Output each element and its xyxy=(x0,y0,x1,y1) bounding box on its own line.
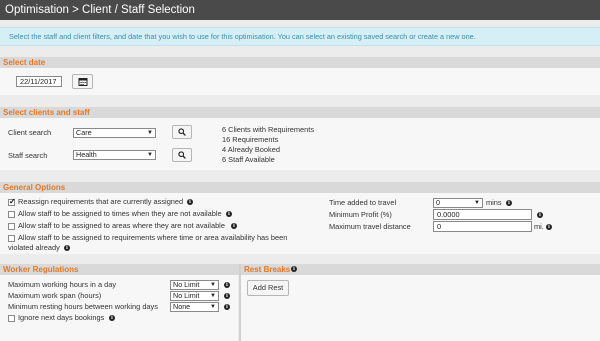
info-icon[interactable]: i xyxy=(109,315,115,321)
info-icon[interactable]: i xyxy=(291,266,297,272)
reassign-checkbox[interactable] xyxy=(8,197,16,206)
info-icon[interactable]: i xyxy=(64,245,70,251)
max-hours-value: No Limit xyxy=(173,280,200,289)
travel-time-label: Time added to travel xyxy=(329,198,397,207)
travel-time-unit: mins xyxy=(486,198,502,207)
allow-areas-label: Allow staff to be assigned to areas wher… xyxy=(18,221,225,230)
max-hours-select[interactable]: No Limit ▼ xyxy=(170,280,219,290)
rest-breaks-panel xyxy=(241,275,600,341)
add-rest-button[interactable]: Add Rest xyxy=(247,280,289,296)
max-travel-unit: mi. xyxy=(534,222,544,231)
optimisation-page: Optimisation > Client / Staff Selection … xyxy=(0,0,600,341)
allow-requirements-label-line2: violated already xyxy=(8,243,60,252)
calendar-button[interactable] xyxy=(72,74,93,89)
chevron-down-icon: ▼ xyxy=(147,152,153,158)
client-search-label: Client search xyxy=(8,128,52,137)
stat-booked: 4 Already Booked xyxy=(222,145,280,154)
max-travel-field[interactable]: 0 xyxy=(433,221,532,232)
info-icon[interactable]: i xyxy=(231,223,237,229)
stat-clients: 6 Clients with Requirements xyxy=(222,125,315,134)
info-icon[interactable]: i xyxy=(226,211,232,217)
calendar-icon xyxy=(78,77,87,86)
staff-search-label: Staff search xyxy=(8,151,48,160)
travel-time-select[interactable]: 0 ▼ xyxy=(433,198,483,208)
stat-requirements: 16 Requirements xyxy=(222,135,279,144)
max-span-value: No Limit xyxy=(173,291,200,300)
chevron-down-icon: ▼ xyxy=(147,130,153,136)
info-icon[interactable]: i xyxy=(506,200,512,206)
staff-search-button[interactable] xyxy=(172,148,192,162)
min-rest-label: Minimum resting hours between working da… xyxy=(8,302,158,311)
ignore-next-checkbox[interactable] xyxy=(8,315,15,322)
info-message: Select the staff and client filters, and… xyxy=(0,27,600,46)
chevron-down-icon: ▼ xyxy=(210,293,216,299)
min-rest-select[interactable]: None ▼ xyxy=(170,302,219,312)
min-profit-field[interactable]: 0.0000 xyxy=(433,209,532,220)
chevron-down-icon: ▼ xyxy=(474,200,480,206)
min-rest-value: None xyxy=(173,302,191,311)
staff-search-select[interactable]: Health ▼ xyxy=(73,150,156,160)
rest-breaks-title: Rest Breaks xyxy=(244,265,291,274)
chevron-down-icon: ▼ xyxy=(210,282,216,288)
info-icon[interactable]: i xyxy=(537,212,543,218)
allow-times-label: Allow staff to be assigned to times when… xyxy=(18,209,222,218)
select-clients-staff-heading: Select clients and staff xyxy=(0,107,600,118)
date-field[interactable]: 22/11/2017 xyxy=(16,76,62,87)
max-hours-label: Maximum working hours in a day xyxy=(8,280,117,289)
client-search-button[interactable] xyxy=(172,125,192,139)
info-icon[interactable]: i xyxy=(224,293,230,299)
staff-search-value: Health xyxy=(76,150,97,159)
stat-staff: 6 Staff Available xyxy=(222,155,275,164)
chevron-down-icon: ▼ xyxy=(210,304,216,310)
min-profit-label: Minimum Profit (%) xyxy=(329,210,392,219)
allow-areas-checkbox[interactable] xyxy=(8,223,15,230)
max-span-select[interactable]: No Limit ▼ xyxy=(170,291,219,301)
max-travel-label: Maximum travel distance xyxy=(329,222,411,231)
worker-regulations-heading: Worker Regulations xyxy=(0,264,240,275)
select-date-heading: Select date xyxy=(0,57,600,68)
info-icon[interactable]: i xyxy=(187,199,193,205)
client-search-select[interactable]: Care ▼ xyxy=(73,128,156,138)
travel-time-value: 0 xyxy=(436,198,440,207)
info-icon[interactable]: i xyxy=(224,304,230,310)
reassign-label: Reassign requirements that are currently… xyxy=(18,197,184,206)
magnifier-icon xyxy=(178,151,186,159)
page-title: Optimisation > Client / Staff Selection xyxy=(0,0,600,20)
info-icon[interactable]: i xyxy=(224,282,230,288)
magnifier-icon xyxy=(178,128,186,136)
allow-requirements-label-line1: Allow staff to be assigned to requiremen… xyxy=(18,233,288,242)
info-icon[interactable]: i xyxy=(546,224,552,230)
general-options-heading: General Options xyxy=(0,182,600,193)
allow-times-checkbox[interactable] xyxy=(8,211,15,218)
client-search-value: Care xyxy=(76,128,92,137)
allow-requirements-checkbox[interactable] xyxy=(8,235,15,242)
max-span-label: Maximum work span (hours) xyxy=(8,291,102,300)
ignore-next-label: Ignore next days bookings xyxy=(18,313,105,322)
